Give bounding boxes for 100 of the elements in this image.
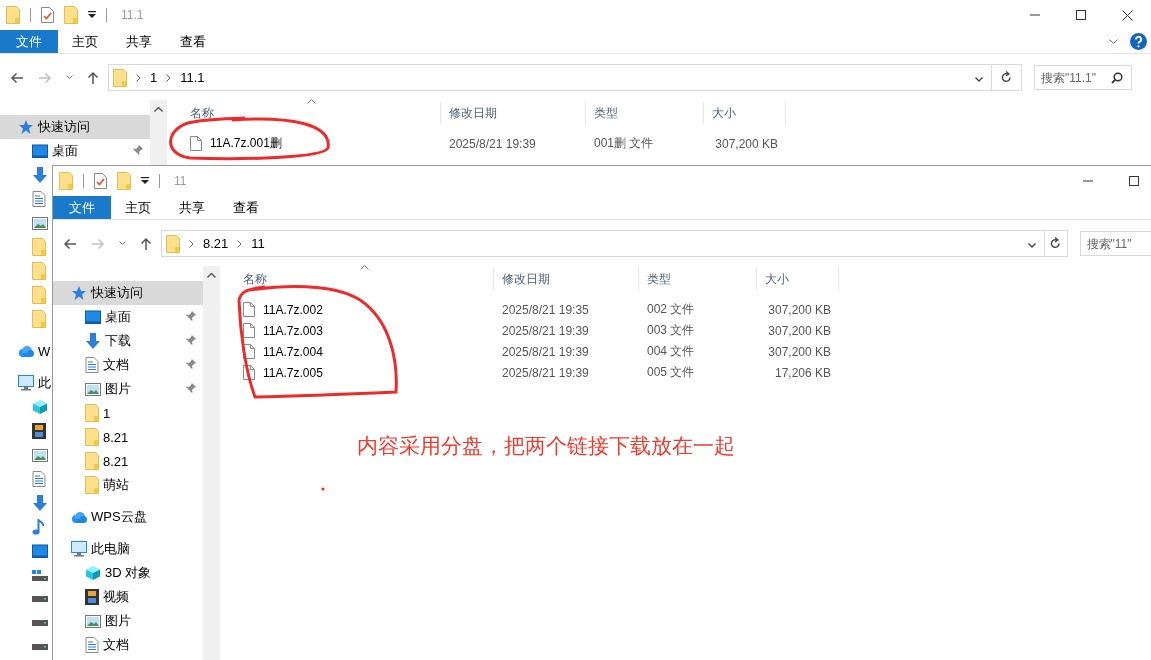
table-cell-text: 17,206 KB xyxy=(773,365,832,380)
file-name[interactable]: 11A.7z.004 xyxy=(263,344,323,359)
search-field[interactable]: 搜索"11.1" xyxy=(1034,65,1132,90)
nav-item[interactable]: 1 xyxy=(53,401,111,425)
breadcrumb-item[interactable]: 8.21 xyxy=(203,236,229,251)
picture-icon xyxy=(32,448,48,462)
ribbon-tab[interactable]: 主页 xyxy=(58,30,112,53)
document-icon xyxy=(32,471,46,487)
nav-item[interactable]: 8.21 xyxy=(53,449,129,473)
search-input[interactable]: 搜索"11.1" xyxy=(1035,70,1111,85)
table-cell-text: 001删 文件 xyxy=(593,135,655,152)
table-cell-text: 2025/8/21 19:39 xyxy=(448,136,537,151)
nav-item[interactable]: 文档 xyxy=(53,633,129,657)
refresh-button[interactable] xyxy=(992,64,1022,91)
search-icon[interactable] xyxy=(1111,71,1123,84)
up-arrow-icon[interactable] xyxy=(140,236,152,251)
nav-item[interactable]: 3D 对象 xyxy=(53,561,152,585)
properties-icon[interactable] xyxy=(41,7,54,23)
ribbon-tab[interactable]: 共享 xyxy=(165,196,219,219)
folder-icon xyxy=(64,6,78,24)
window-title: 11.1 xyxy=(121,8,144,22)
column-header[interactable]: 大小 xyxy=(757,268,839,290)
breadcrumb-item[interactable]: 11 xyxy=(251,236,265,251)
cube-icon xyxy=(32,399,48,415)
breadcrumb-item[interactable]: 11.1 xyxy=(180,70,205,85)
folder-icon xyxy=(166,234,180,253)
back-arrow-icon[interactable] xyxy=(10,71,24,84)
ribbon-tab[interactable]: 查看 xyxy=(219,196,273,219)
maximize-icon[interactable] xyxy=(1129,176,1139,186)
file-name[interactable]: 11A.7z.003 xyxy=(263,323,323,338)
nav-item[interactable]: 快速访问 xyxy=(53,281,203,305)
search-input[interactable]: 搜索"11" xyxy=(1080,236,1151,251)
nav-item[interactable]: 桌面 xyxy=(0,139,150,163)
nav-item[interactable]: 下载 xyxy=(53,329,203,353)
folder-icon xyxy=(6,6,20,24)
download-arrow-icon xyxy=(85,333,101,349)
nav-item[interactable]: 文档 xyxy=(53,353,203,377)
nav-item[interactable]: 快速访问 xyxy=(0,115,150,139)
file-name[interactable]: 11A.7z.005 xyxy=(263,365,323,380)
file-icon xyxy=(243,365,255,380)
ribbon-tab[interactable]: 查看 xyxy=(166,30,220,53)
ribbon-tab[interactable]: 文件 xyxy=(0,30,58,53)
ribbon-tab[interactable]: 共享 xyxy=(112,30,166,53)
close-icon[interactable] xyxy=(1122,9,1133,21)
column-header[interactable]: 名称 xyxy=(220,268,494,290)
file-name[interactable]: 11A.7z.001删 xyxy=(210,135,282,152)
picture-icon xyxy=(85,382,101,396)
nav-item[interactable]: 视频 xyxy=(53,585,129,609)
pin-icon xyxy=(132,143,144,156)
chevron-down-icon[interactable] xyxy=(66,75,73,80)
drive-icon xyxy=(32,620,48,626)
refresh-button[interactable] xyxy=(1045,230,1068,257)
pin-icon xyxy=(185,381,197,394)
refresh-icon xyxy=(1001,71,1012,84)
nav-item[interactable]: 桌面 xyxy=(53,305,203,329)
nav-item[interactable]: 萌站 xyxy=(53,473,129,497)
column-header[interactable]: 类型 xyxy=(586,102,704,124)
film-icon xyxy=(32,423,46,439)
pin-icon xyxy=(185,333,197,346)
ribbon-tab[interactable]: 主页 xyxy=(111,196,165,219)
column-header[interactable]: 大小 xyxy=(704,102,786,124)
nav-item[interactable]: 图片 xyxy=(53,377,203,401)
table-cell-text: 2025/8/21 19:35 xyxy=(501,302,590,317)
file-name[interactable]: 11A.7z.002 xyxy=(263,302,323,317)
nav-item[interactable]: WPS云盘 xyxy=(53,505,147,529)
address-bar[interactable]: 8.21 11 xyxy=(161,230,1045,257)
file-icon xyxy=(243,344,255,359)
column-header[interactable]: 修改日期 xyxy=(494,268,639,290)
file-icon xyxy=(243,323,255,338)
chevron-down-icon[interactable] xyxy=(1109,39,1118,44)
address-bar[interactable]: 1 11.1 xyxy=(108,64,992,91)
breadcrumb-item[interactable]: 1 xyxy=(150,70,158,85)
chevron-down-icon[interactable] xyxy=(119,241,126,246)
nav-item[interactable]: 此电脑 xyxy=(53,537,130,561)
column-header[interactable]: 修改日期 xyxy=(441,102,586,124)
nav-item[interactable]: W xyxy=(0,339,51,363)
nav-item[interactable]: 此 xyxy=(0,371,51,395)
up-arrow-icon[interactable] xyxy=(87,70,99,85)
picture-icon xyxy=(32,216,48,230)
cube-icon xyxy=(85,565,101,581)
nav-item[interactable]: 图片 xyxy=(53,609,131,633)
back-arrow-icon[interactable] xyxy=(63,237,77,250)
dropdown-icon[interactable] xyxy=(141,177,149,185)
column-header[interactable]: 名称 xyxy=(167,102,441,124)
ribbon-tab[interactable]: 文件 xyxy=(53,196,111,219)
help-icon[interactable] xyxy=(1130,33,1147,50)
properties-icon[interactable] xyxy=(94,173,107,189)
search-field[interactable]: 搜索"11" xyxy=(1079,231,1151,256)
chevron-right-icon xyxy=(237,239,243,248)
chevron-down-icon[interactable] xyxy=(975,76,983,82)
refresh-icon xyxy=(1050,237,1062,250)
maximize-icon[interactable] xyxy=(1076,10,1086,20)
dropdown-icon[interactable] xyxy=(88,11,96,19)
nav-item[interactable]: 8.21 xyxy=(53,425,129,449)
dot-mark xyxy=(321,487,325,491)
chevron-down-icon[interactable] xyxy=(1028,242,1036,248)
monitor-icon xyxy=(85,310,101,324)
scroll-up-icon[interactable] xyxy=(154,107,163,112)
column-header[interactable]: 类型 xyxy=(639,268,757,290)
scroll-up-icon[interactable] xyxy=(207,273,216,278)
